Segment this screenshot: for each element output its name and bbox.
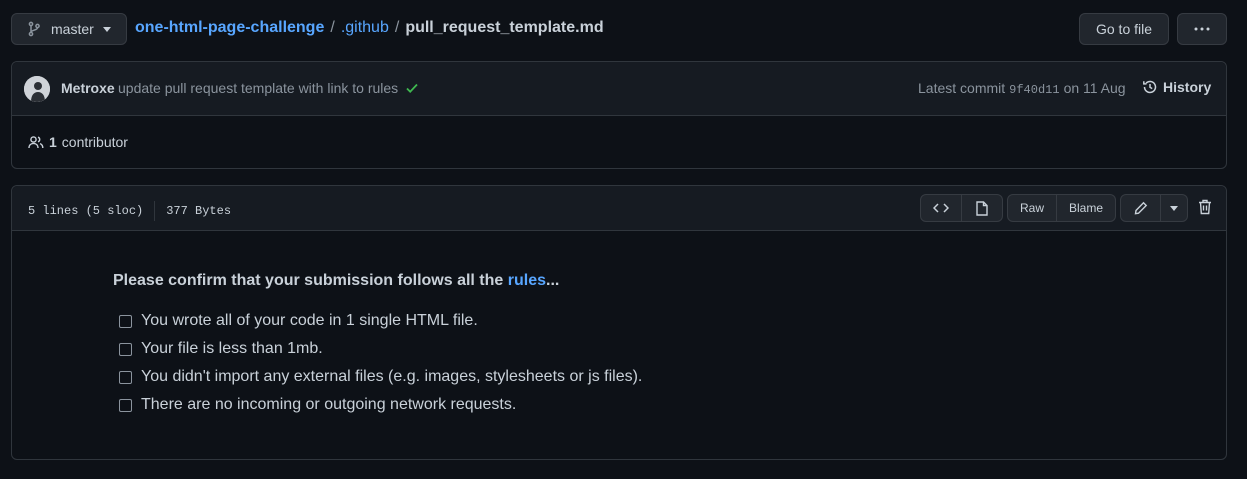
trash-icon[interactable] [1198, 199, 1212, 215]
file-line-count: 5 lines (5 sloc) [28, 204, 144, 218]
task-list-item: Your file is less than 1mb. [119, 340, 323, 358]
commit-sha-link[interactable]: 9f40d11 [1009, 83, 1059, 97]
task-checkbox[interactable] [119, 342, 132, 356]
branch-name: master [51, 21, 94, 37]
task-checkbox[interactable] [119, 398, 132, 412]
display-rendered-button[interactable] [962, 194, 1003, 222]
history-icon [1142, 79, 1158, 95]
breadcrumb-separator: / [394, 19, 400, 36]
breadcrumb-current-file: pull_request_template.md [405, 19, 604, 36]
caret-down-icon [1170, 205, 1178, 211]
breadcrumb-repo-link[interactable]: one-html-page-challenge [135, 19, 324, 37]
task-checkbox[interactable] [119, 370, 132, 384]
commit-date: on 11 Aug [1063, 80, 1126, 96]
branch-select-button[interactable]: master [11, 13, 127, 45]
file-info: 5 lines (5 sloc) 377 Bytes [28, 201, 231, 221]
task-list-item: There are no incoming or outgoing networ… [119, 396, 516, 414]
breadcrumb-folder-link[interactable]: .github [341, 19, 389, 37]
more-options-button[interactable] [1177, 13, 1227, 45]
task-list-item: You wrote all of your code in 1 single H… [119, 312, 478, 330]
pencil-icon [1134, 201, 1148, 215]
git-branch-icon [27, 21, 41, 37]
file-size: 377 Bytes [166, 204, 232, 218]
latest-commit-label: Latest commit [918, 80, 1006, 96]
edit-options-button[interactable] [1161, 194, 1188, 222]
task-label: You didn't import any external files (e.… [141, 368, 643, 385]
commit-author-link[interactable]: Metroxe [61, 80, 115, 96]
markdown-heading: Please confirm that your submission foll… [113, 272, 559, 290]
check-icon[interactable] [405, 81, 419, 95]
breadcrumb-separator: / [330, 19, 335, 36]
people-icon [28, 135, 44, 149]
code-icon [933, 202, 949, 214]
task-label: There are no incoming or outgoing networ… [141, 396, 517, 413]
heading-suffix: ... [546, 272, 560, 289]
breadcrumb: one-html-page-challenge / .github / pull… [135, 18, 604, 38]
raw-button[interactable]: Raw [1007, 194, 1057, 222]
history-label: History [1163, 79, 1212, 95]
file-header: 5 lines (5 sloc) 377 Bytes Raw Blame [12, 186, 1226, 231]
divider [154, 201, 156, 221]
rules-link[interactable]: rules [508, 272, 546, 289]
edit-button[interactable] [1120, 194, 1161, 222]
raw-blame-group: Raw Blame [1007, 194, 1116, 222]
go-to-file-button[interactable]: Go to file [1079, 13, 1169, 45]
contributor-label: contributor [61, 134, 128, 150]
latest-commit-box: Metroxe update pull request template wit… [11, 61, 1227, 169]
edit-group [1120, 194, 1188, 222]
file-icon [976, 200, 988, 216]
latest-commit-info: Latest commit 9f40d11 on 11 Aug [918, 80, 1126, 97]
display-source-button[interactable] [920, 194, 962, 222]
caret-down-icon [102, 26, 111, 32]
heading-text: Please confirm that your submission foll… [113, 272, 504, 289]
history-link[interactable]: History [1142, 79, 1211, 95]
contributor-count: 1 [49, 134, 57, 150]
contributors-link[interactable]: 1 contributor [28, 134, 128, 150]
blame-button[interactable]: Blame [1057, 194, 1116, 222]
task-label: You wrote all of your code in 1 single H… [141, 312, 478, 329]
view-toggle-group [920, 194, 1003, 222]
task-checkbox[interactable] [119, 314, 132, 328]
avatar[interactable] [24, 76, 50, 102]
kebab-horizontal-icon [1194, 27, 1210, 31]
commit-header: Metroxe update pull request template wit… [12, 62, 1226, 116]
task-label: Your file is less than 1mb. [141, 340, 323, 357]
task-list-item: You didn't import any external files (e.… [119, 368, 642, 386]
commit-message-link[interactable]: update pull request template with link t… [118, 80, 398, 96]
